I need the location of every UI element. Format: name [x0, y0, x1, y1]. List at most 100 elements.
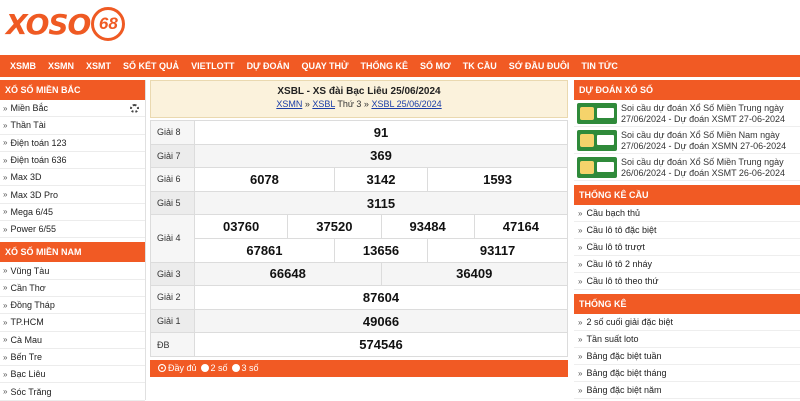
news-item[interactable]: Soi cầu dự đoán Xổ Số Miền Trung ngày 27…	[574, 100, 800, 127]
right-sidebar: DỰ ĐOÁN XỔ SỐ Soi cầu dự đoán Xổ Số Miền…	[574, 80, 800, 400]
sidebar-item-label: Bến Tre	[10, 352, 42, 362]
sidebar-item-mien-bac[interactable]: » Miền Bắc	[0, 100, 145, 118]
news-item[interactable]: Soi cầu dự đoán Xổ Số Miền Nam ngày 27/0…	[574, 127, 800, 154]
sidebar-item-ca-mau[interactable]: » Cà Mau	[0, 332, 145, 349]
sidebar-item-ben-tre[interactable]: » Bến Tre	[0, 349, 145, 367]
chevron-right-icon: »	[578, 351, 583, 361]
prize-number: 369	[194, 143, 568, 169]
prize-number: 87604	[194, 285, 568, 310]
nav-xsmb[interactable]: XSMB	[4, 61, 42, 71]
prize-number: 3142	[333, 167, 429, 192]
nav-du-doan[interactable]: DỰ ĐOÁN	[241, 61, 296, 71]
sidebar-item-label: Điện toán 636	[10, 155, 67, 166]
nav-thong-ke[interactable]: THỐNG KÊ	[355, 61, 415, 71]
chevron-right-icon: »	[3, 138, 8, 148]
main-nav: XSMB XSMN XSMT SỐ KẾT QUẢ VIETLOTT DỰ ĐO…	[0, 55, 800, 77]
radio-full[interactable]	[158, 364, 166, 373]
special-prize-number: 574546	[194, 332, 568, 357]
prize-number: 36409	[380, 261, 568, 287]
breadcrumb-xsbl-date[interactable]: XSBL 25/06/2024	[371, 99, 441, 109]
section-title-mien-bac: XỔ SỐ MIỀN BẮC	[0, 80, 145, 100]
radio-full-label: Đầy đủ	[168, 363, 197, 374]
nav-xsmt[interactable]: XSMT	[80, 61, 117, 71]
radio-3-so-label: 3 số	[241, 363, 259, 374]
sidebar-item-soc-trang[interactable]: » Sóc Trăng	[0, 383, 145, 401]
link-cau-lo-dac-biet[interactable]: » Cầu lô tô đặc biệt	[574, 222, 800, 239]
chevron-right-icon: »	[3, 387, 8, 397]
sidebar-item-max-3d-pro[interactable]: » Max 3D Pro	[0, 186, 145, 204]
nav-so-dau-duoi[interactable]: SỚ ĐẦU ĐUÔI	[503, 61, 576, 71]
result-title: XSBL - XS đài Bạc Liêu 25/06/2024	[277, 86, 441, 97]
link-label: Cầu lô tô theo thứ	[586, 276, 659, 286]
nav-quay-thu[interactable]: QUAY THỬ	[296, 61, 355, 71]
sidebar-item-dien-toan-123[interactable]: » Điện toán 123	[0, 135, 145, 152]
prize-number: 47164	[473, 214, 569, 239]
site-logo[interactable]: XOSO 68	[6, 4, 126, 44]
link-label: Bảng đặc biệt năm	[586, 385, 662, 395]
link-cau-lo-2-nhay[interactable]: » Cầu lô tô 2 nháy	[574, 256, 800, 273]
sidebar-item-can-tho[interactable]: » Cần Thơ	[0, 280, 145, 297]
sidebar-item-label: Max 3D Pro	[10, 189, 58, 200]
chevron-right-icon: »	[3, 190, 8, 200]
sidebar-item-label: Cần Thơ	[10, 282, 46, 293]
sidebar-item-label: Vũng Tàu	[10, 265, 50, 276]
chevron-right-icon: »	[3, 317, 8, 327]
display-options: Đầy đủ 2 số 3 số	[150, 359, 568, 377]
link-cau-bach-thu[interactable]: » Cầu bạch thủ	[574, 205, 800, 222]
breadcrumb-xsbl[interactable]: XSBL	[312, 99, 335, 109]
link-label: Bảng đặc biệt tháng	[586, 368, 667, 378]
nav-tin-tuc[interactable]: TIN TỨC	[575, 61, 623, 71]
section-title-du-doan: DỰ ĐOÁN XỔ SỐ	[574, 80, 800, 100]
table-row-giai-6: Giải 6 6078 3142 1593	[150, 167, 568, 192]
nav-so-mo[interactable]: SỔ MƠ	[414, 61, 457, 71]
chevron-right-icon: »	[578, 276, 583, 286]
sidebar-item-bac-lieu[interactable]: » Bạc Liêu	[0, 366, 145, 384]
nav-vietlott[interactable]: VIETLOTT	[185, 61, 241, 71]
chevron-right-icon: »	[3, 266, 8, 276]
nav-tk-cau[interactable]: TK CẦU	[457, 61, 503, 71]
link-bang-db-tuan[interactable]: » Bảng đặc biệt tuần	[574, 348, 800, 365]
table-row-giai-4: Giải 4 03760 37520 93484 47164	[150, 214, 569, 263]
link-bang-db-nam[interactable]: » Bảng đặc biệt năm	[574, 382, 800, 399]
radio-3-so[interactable]	[231, 364, 240, 373]
sidebar-item-power-655[interactable]: » Power 6/55	[0, 221, 145, 239]
sidebar-item-label: Sóc Trăng	[10, 386, 52, 397]
table-row-dac-biet: ĐB 574546	[150, 332, 568, 357]
radio-2-so[interactable]	[200, 364, 209, 373]
prize-number: 37520	[287, 214, 382, 239]
nav-xsmn[interactable]: XSMN	[42, 61, 80, 71]
breadcrumb-xsmn[interactable]: XSMN	[276, 99, 302, 109]
chevron-right-icon: »	[578, 317, 583, 327]
prize-number: 3115	[194, 190, 568, 216]
table-row-giai-8: Giải 8 91	[150, 120, 568, 145]
chevron-right-icon: »	[3, 172, 8, 182]
sidebar-item-label: Max 3D	[10, 172, 42, 183]
sidebar-item-max-3d[interactable]: » Max 3D	[0, 169, 145, 187]
table-row-giai-4b: 67861 13656 93117	[151, 237, 568, 263]
logo-number: 68	[91, 7, 126, 41]
prize-number: 91	[194, 120, 568, 145]
sidebar-item-dien-toan-636[interactable]: » Điện toán 636	[0, 152, 145, 170]
link-2-so-cuoi[interactable]: » 2 số cuối giải đặc biệt	[574, 314, 800, 331]
link-label: Cầu lô tô 2 nháy	[586, 259, 652, 269]
sidebar-item-vung-tau[interactable]: » Vũng Tàu	[0, 262, 145, 280]
link-cau-lo-theo-thu[interactable]: » Cầu lô tô theo thứ	[574, 273, 800, 290]
sidebar-item-mega-645[interactable]: » Mega 6/45	[0, 204, 145, 222]
chevron-right-icon: »	[3, 155, 8, 165]
link-cau-lo-truot[interactable]: » Cầu lô tô trượt	[574, 239, 800, 256]
sidebar-item-than-tai[interactable]: » Thần Tài	[0, 117, 145, 135]
result-table: Giải 8 91 Giải 7 369 Giải 6 6078 3142 15…	[150, 120, 569, 357]
logo-text: XOSO	[6, 7, 91, 41]
sidebar-item-dong-thap[interactable]: » Đồng Tháp	[0, 297, 145, 315]
table-row-giai-5: Giải 5 3115	[150, 190, 568, 216]
news-thumbnail	[577, 103, 617, 124]
chevron-right-icon: »	[3, 207, 8, 217]
link-bang-db-thang[interactable]: » Bảng đặc biệt tháng	[574, 365, 800, 382]
sidebar-item-label: TP.HCM	[10, 317, 44, 328]
nav-so-ket-qua[interactable]: SỐ KẾT QUẢ	[117, 61, 185, 71]
prize-number: 66648	[194, 261, 382, 287]
chevron-right-icon: »	[3, 369, 8, 379]
sidebar-item-tphcm[interactable]: » TP.HCM	[0, 314, 145, 332]
news-item[interactable]: Soi cầu dự đoán Xổ Số Miền Trung ngày 26…	[574, 154, 800, 181]
link-tan-suat-loto[interactable]: » Tần suất loto	[574, 331, 800, 348]
